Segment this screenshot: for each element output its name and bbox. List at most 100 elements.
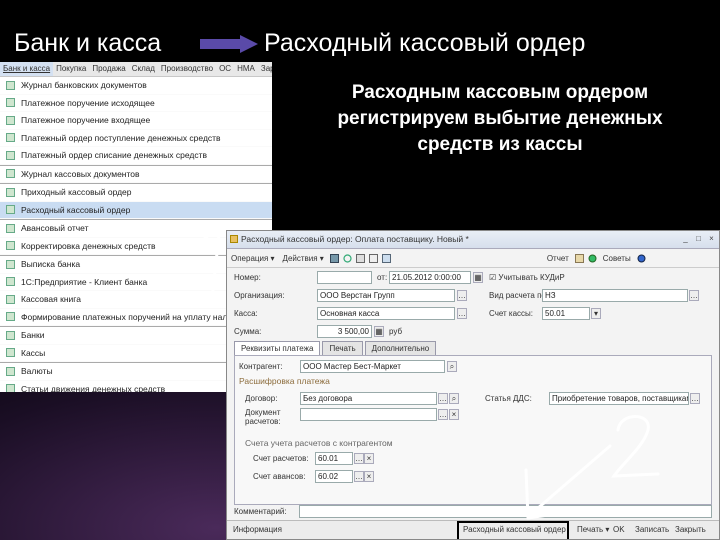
select-dots-icon[interactable]: …	[354, 453, 364, 464]
clear-icon[interactable]: ×	[364, 453, 374, 464]
structure-icon[interactable]	[574, 253, 584, 263]
document-icon	[6, 277, 15, 287]
menu-item-label: Кассы	[21, 347, 46, 358]
operation-menu-button[interactable]: Операция ▾	[227, 254, 279, 263]
number-field[interactable]	[317, 271, 372, 284]
help-icon[interactable]	[637, 254, 646, 263]
menu-bar-item[interactable]: Банк и касса	[0, 62, 54, 76]
calculator-icon[interactable]: ▦	[374, 326, 384, 337]
refresh-icon[interactable]	[343, 253, 352, 263]
cash-account-field[interactable]: 50.01	[542, 307, 590, 320]
date-from-label: от:	[377, 273, 388, 282]
contract-label: Договор:	[245, 394, 278, 403]
clear-icon[interactable]: ×	[364, 471, 374, 482]
select-dots-icon[interactable]: …	[354, 471, 364, 482]
menu-item-label: Расходный кассовый ордер	[21, 204, 131, 215]
select-dots-icon[interactable]: …	[689, 290, 699, 301]
menu-item[interactable]: Журнал банковских документов	[0, 77, 272, 95]
accounts-group: Счета учета расчетов с контрагентом	[245, 438, 393, 448]
menu-bar-item[interactable]: Покупка	[53, 62, 89, 76]
tips-button[interactable]: Советы	[599, 254, 635, 263]
calendar-icon[interactable]: ▦	[473, 272, 483, 283]
unpost-icon[interactable]	[368, 253, 378, 263]
menu-bar-item[interactable]: Продажа	[89, 62, 128, 76]
menu-item[interactable]: Платежное поручение исходящее	[0, 95, 272, 112]
select-dots-icon[interactable]: …	[457, 308, 467, 319]
document-icon	[6, 169, 15, 179]
document-icon	[6, 241, 15, 251]
settlement-doc-field[interactable]	[300, 408, 437, 421]
menu-item-label: Кассовая книга	[21, 294, 81, 305]
menu-item[interactable]: Приходный кассовый ордер	[0, 183, 272, 202]
report-button[interactable]: Отчет	[543, 254, 573, 263]
dt-kt-icon[interactable]	[381, 253, 391, 263]
counterparty-field[interactable]: ООО Мастер Бест-Маркет	[300, 360, 445, 373]
select-dots-icon[interactable]: …	[438, 409, 448, 420]
organization-field[interactable]: ООО Верстан Групп	[317, 289, 455, 302]
menu-item-label: Платежный ордер поступление денежных сре…	[21, 132, 221, 143]
select-dots-icon[interactable]: …	[438, 393, 448, 404]
organization-label: Организация:	[234, 291, 285, 300]
menu-item[interactable]: Платежный ордер поступление денежных сре…	[0, 130, 272, 147]
document-icon	[6, 133, 15, 143]
comment-field[interactable]	[299, 505, 712, 518]
menu-item-label: Статьи движения денежных средств	[21, 383, 166, 392]
annotation-label: 1	[190, 222, 191, 223]
arrow-right-icon	[200, 35, 258, 53]
maximize-icon[interactable]: □	[693, 233, 704, 244]
actions-menu-button[interactable]: Действия ▾	[279, 254, 328, 263]
info-link[interactable]: Информация	[233, 521, 282, 539]
save-button[interactable]: Записать	[635, 521, 669, 539]
menu-item[interactable]: Платежный ордер списание денежных средст…	[0, 147, 272, 165]
menu-item[interactable]: Журнал кассовых документов	[0, 164, 272, 183]
search-icon[interactable]: ⌕	[447, 361, 457, 372]
tips-icon[interactable]	[588, 254, 597, 263]
document-icon	[6, 384, 15, 392]
tab-payment-details[interactable]: Реквизиты платежа	[234, 341, 321, 355]
select-dots-icon[interactable]: …	[457, 290, 467, 301]
amount-field[interactable]: 3 500,00	[317, 325, 372, 338]
settlement-account-field[interactable]: 60.01	[315, 452, 353, 465]
dropdown-icon[interactable]: ▾	[591, 308, 601, 319]
minimize-icon[interactable]: _	[680, 233, 691, 244]
date-field[interactable]: 21.05.2012 0:00:00	[389, 271, 471, 284]
select-dots-icon[interactable]: …	[690, 393, 700, 404]
advance-account-label: Счет авансов:	[253, 472, 306, 481]
settlement-kind-field[interactable]: НЗ	[542, 289, 688, 302]
document-icon	[6, 259, 15, 269]
menu-item-label: Журнал кассовых документов	[21, 168, 140, 179]
comment-label: Комментарий:	[234, 507, 287, 516]
dds-field[interactable]: Приобретение товаров, поставщикам	[549, 392, 689, 405]
document-icon	[6, 312, 15, 322]
close-icon[interactable]: ×	[706, 233, 717, 244]
save-icon[interactable]	[329, 253, 339, 263]
document-icon	[6, 205, 15, 215]
cashbox-field[interactable]: Основная касса	[317, 307, 455, 320]
document-icon	[6, 223, 15, 233]
document-icon	[6, 98, 15, 108]
menu-bar-item[interactable]: ОС	[216, 62, 234, 76]
contract-field[interactable]: Без договора	[300, 392, 437, 405]
advance-account-field[interactable]: 60.02	[315, 470, 353, 483]
menu-bar-item[interactable]: НМА	[234, 62, 258, 76]
menu-bar-item[interactable]: Производство	[158, 62, 216, 76]
menu-item[interactable]: Платежное поручение входящее	[0, 112, 272, 130]
document-icon	[230, 235, 238, 243]
counterparty-label: Контрагент:	[239, 362, 283, 371]
account-kudir-checkbox[interactable]: ☑ Учитывать КУДиР	[489, 273, 565, 282]
menu-item-label: Авансовый отчет	[21, 223, 89, 234]
cash-account-label: Счет кассы:	[489, 309, 534, 318]
search-icon[interactable]: ⌕	[449, 393, 459, 404]
post-icon[interactable]	[355, 253, 365, 263]
menu-item[interactable]: Расходный кассовый ордер	[0, 201, 272, 219]
slide-caption: Расходным кассовым ордером регистрируем …	[300, 80, 700, 158]
menu-bar-item[interactable]: Зарпл	[258, 62, 272, 76]
clear-icon[interactable]: ×	[449, 409, 459, 420]
menu-item-label: Платежное поручение исходящее	[21, 97, 155, 108]
header-section-title: Банк и касса	[14, 29, 162, 57]
tab-additional[interactable]: Дополнительно	[364, 341, 437, 355]
document-icon	[6, 80, 15, 90]
tab-print[interactable]: Печать	[322, 341, 363, 355]
menu-bar-item[interactable]: Склад	[129, 62, 158, 76]
close-button[interactable]: Закрыть	[675, 521, 706, 539]
